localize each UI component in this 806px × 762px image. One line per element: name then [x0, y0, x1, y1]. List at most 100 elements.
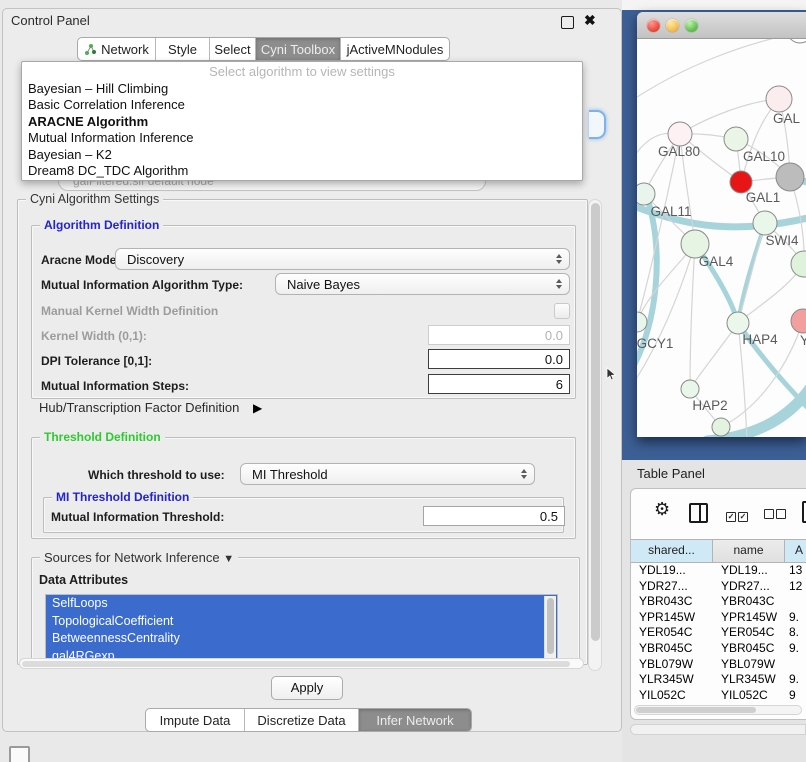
- table-horizontal-scrollbar-thumb[interactable]: [636, 707, 756, 713]
- data-attribute-item[interactable]: TopologicalCoefficient: [46, 613, 557, 631]
- table-horizontal-scrollbar[interactable]: [634, 705, 802, 715]
- tab-discretize-data[interactable]: Discretize Data: [245, 709, 359, 731]
- network-canvas[interactable]: GALGAL80GAL10GAL1GAL11SWI4GAL4GCY1HAP4YH…: [637, 39, 806, 437]
- table-cell: 9.: [785, 641, 806, 657]
- network-edge[interactable]: [637, 244, 695, 384]
- tab-jactivemnodules[interactable]: jActiveMNodules: [341, 38, 449, 60]
- network-node[interactable]: [787, 39, 806, 43]
- collapsed-arrow-icon[interactable]: ▶: [253, 401, 262, 415]
- network-node-label: GAL: [773, 111, 801, 126]
- data-attribute-item[interactable]: BetweennessCentrality: [46, 630, 557, 648]
- dpi-tolerance-input[interactable]: [428, 349, 570, 369]
- apply-button[interactable]: Apply: [271, 676, 343, 700]
- table-cell: YLR345W: [713, 672, 785, 688]
- tab-network[interactable]: Network: [78, 38, 156, 60]
- float-panel-icon[interactable]: [561, 16, 574, 29]
- mi-algorithm-type-combo[interactable]: Naive Bayes: [275, 273, 570, 295]
- tab-label: Cyni Toolbox: [261, 42, 335, 57]
- network-node-hap2[interactable]: [681, 380, 699, 398]
- network-edge[interactable]: [738, 223, 765, 323]
- table-row[interactable]: YBR045CYBR045C9.: [631, 641, 806, 657]
- attribute-items: SelfLoopsTopologicalCoefficientBetweenne…: [46, 595, 557, 665]
- aracne-mode-value: Discovery: [127, 252, 184, 267]
- window-minimize-icon[interactable]: [666, 19, 679, 32]
- select-all-icon[interactable]: ✓✓: [726, 506, 750, 524]
- network-node-gal80[interactable]: [668, 122, 692, 146]
- which-threshold-combo[interactable]: MI Threshold: [240, 463, 535, 485]
- table-row[interactable]: YBR043CYBR043C: [631, 594, 806, 610]
- mi-threshold-input[interactable]: [423, 506, 565, 526]
- network-node-label: HAP2: [692, 398, 727, 413]
- mi-steps-input[interactable]: [428, 374, 570, 394]
- algorithm-option[interactable]: Basic Correlation Inference: [22, 97, 582, 113]
- attribute-list-scrollbar-thumb[interactable]: [547, 598, 554, 654]
- network-view-window[interactable]: GALGAL80GAL10GAL1GAL11SWI4GAL4GCY1HAP4YH…: [637, 12, 806, 437]
- network-window-titlebar[interactable]: [637, 12, 806, 39]
- manual-kernel-width-checkbox[interactable]: [554, 303, 570, 319]
- settings-vertical-scrollbar-thumb[interactable]: [591, 203, 600, 641]
- kernel-width-input[interactable]: [428, 325, 570, 345]
- tab-cyni-toolbox[interactable]: Cyni Toolbox: [256, 38, 341, 60]
- algorithm-option[interactable]: ARACNE Algorithm: [22, 114, 582, 130]
- new-table-icon[interactable]: [802, 501, 806, 523]
- settings-vertical-scrollbar[interactable]: [588, 199, 602, 671]
- network-icon: [84, 43, 97, 56]
- window-zoom-icon[interactable]: [685, 19, 698, 32]
- algorithm-dropdown-placeholder: Select algorithm to view settings: [22, 62, 582, 81]
- algorithm-option[interactable]: Dream8 DC_TDC Algorithm: [22, 163, 582, 179]
- network-node-gal[interactable]: [766, 86, 792, 112]
- network-edge[interactable]: [690, 244, 695, 389]
- column-header-name[interactable]: name: [713, 540, 785, 562]
- column-header-a[interactable]: A: [785, 540, 806, 562]
- tab-infer-network[interactable]: Infer Network: [359, 709, 471, 731]
- table-cell: 12: [785, 579, 806, 595]
- network-node[interactable]: [791, 251, 806, 277]
- table-panel-bottom-bar[interactable]: [630, 724, 806, 735]
- table-row[interactable]: YLR345WYLR345W9.: [631, 672, 806, 688]
- network-node-y[interactable]: [791, 309, 806, 333]
- expanded-arrow-icon[interactable]: ▼: [223, 553, 234, 565]
- mi-algorithm-type-label: Mutual Information Algorithm Type:: [41, 278, 243, 292]
- network-node-label: HAP4: [742, 332, 778, 347]
- inference-algorithm-combo-partial[interactable]: [589, 110, 606, 139]
- algorithm-option[interactable]: Mutual Information Inference: [22, 130, 582, 146]
- which-threshold-label: Which threshold to use:: [88, 468, 225, 482]
- algorithm-dropdown-popup: Select algorithm to view settings Bayesi…: [21, 61, 583, 181]
- network-edge[interactable]: [690, 323, 738, 389]
- deselect-all-icon[interactable]: [764, 506, 788, 524]
- minimized-panel-icon[interactable]: [9, 746, 30, 762]
- window-close-icon[interactable]: [647, 19, 660, 32]
- network-node-gal11[interactable]: [637, 183, 655, 205]
- column-header-shared-[interactable]: shared...: [631, 540, 713, 562]
- network-edge[interactable]: [637, 244, 695, 322]
- table-row[interactable]: YER054CYER054C8.: [631, 625, 806, 641]
- network-node-hap4[interactable]: [727, 312, 749, 334]
- network-node-swi4[interactable]: [753, 211, 777, 235]
- network-edge[interactable]: [637, 134, 680, 322]
- table-row[interactable]: YDR27...YDR27...12: [631, 579, 806, 595]
- network-node-gal10[interactable]: [724, 127, 748, 151]
- close-panel-icon[interactable]: ✖: [584, 12, 596, 29]
- table-card: ⚙ ✓✓ shared...nameA YDL19...YDL19...13YD…: [630, 488, 806, 720]
- tab-style[interactable]: Style: [156, 38, 210, 60]
- data-attribute-item[interactable]: SelfLoops: [46, 595, 557, 613]
- attribute-list-scrollbar[interactable]: [544, 596, 556, 663]
- table-row[interactable]: YIL052CYIL052C9: [631, 688, 806, 703]
- network-node[interactable]: [776, 163, 804, 191]
- table-row[interactable]: YBL079WYBL079W: [631, 657, 806, 673]
- table-panel: Table Panel ⚙ ✓✓ shared...nameA YDL19...…: [622, 460, 806, 762]
- split-view-icon[interactable]: [689, 503, 708, 523]
- table-row[interactable]: YPR145WYPR145W9.: [631, 610, 806, 626]
- algorithm-option[interactable]: Bayesian – K2: [22, 147, 582, 163]
- aracne-mode-combo[interactable]: Discovery: [115, 248, 570, 270]
- settings-horizontal-scrollbar-thumb[interactable]: [22, 661, 570, 667]
- tab-select[interactable]: Select: [210, 38, 256, 60]
- network-node[interactable]: [712, 418, 730, 436]
- settings-horizontal-scrollbar[interactable]: [19, 658, 584, 669]
- gear-icon[interactable]: ⚙: [654, 500, 670, 518]
- right-region: GALGAL80GAL10GAL1GAL11SWI4GAL4GCY1HAP4YH…: [622, 0, 806, 762]
- tab-impute-data[interactable]: Impute Data: [146, 709, 245, 731]
- hub-transcription-factor-section[interactable]: Hub/Transcription Factor Definition ▶: [39, 400, 262, 415]
- algorithm-option[interactable]: Bayesian – Hill Climbing: [22, 81, 582, 97]
- table-row[interactable]: YDL19...YDL19...13: [631, 563, 806, 579]
